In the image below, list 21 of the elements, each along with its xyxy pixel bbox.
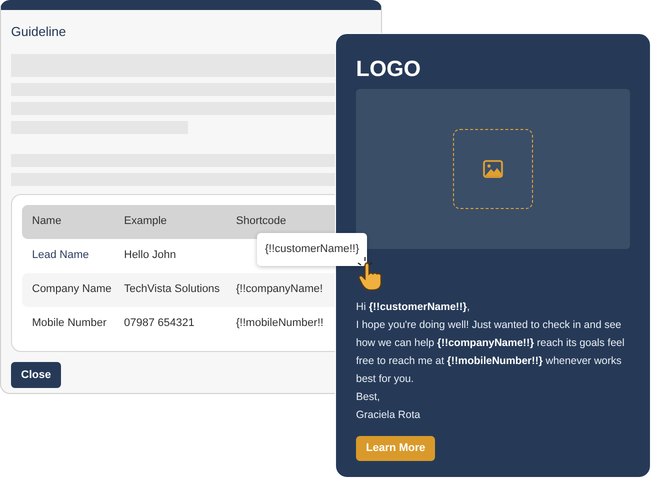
email-body: I hope you're doing well! Just wanted to check in and see how we can help {!!companyName!!} reach its goals feel free to reach me at {!!mobileNumber!!} whenever works best for you. [356, 318, 626, 387]
greeting-text: Hi {!!customerName!!}, [356, 300, 471, 315]
logo-text: LOGO [356, 58, 422, 80]
table-cell: {!!mobileNumber!! [236, 317, 324, 330]
table-cell: Company Name [32, 283, 112, 296]
name-link[interactable]: Lead Name [32, 249, 89, 262]
signature-text: Graciela Rota [356, 408, 422, 423]
table-cell: TechVista Solutions [124, 283, 220, 296]
panel-title: Guideline [11, 23, 67, 41]
column-header: Example [124, 215, 167, 228]
column-header: Name [32, 215, 62, 228]
table-cell: {!!companyName! [236, 283, 323, 296]
closing-text: Best, [356, 390, 381, 405]
image-icon [483, 160, 503, 178]
close-button[interactable]: Close [11, 362, 61, 388]
column-header: Shortcode [236, 215, 286, 228]
table-cell: Mobile Number [32, 317, 107, 330]
table-cell: 07987 654321 [124, 317, 194, 330]
table-cell: Hello John [124, 249, 176, 262]
tooltip: {!!customerName!!} [257, 233, 368, 266]
upload-dropzone[interactable] [453, 129, 533, 209]
